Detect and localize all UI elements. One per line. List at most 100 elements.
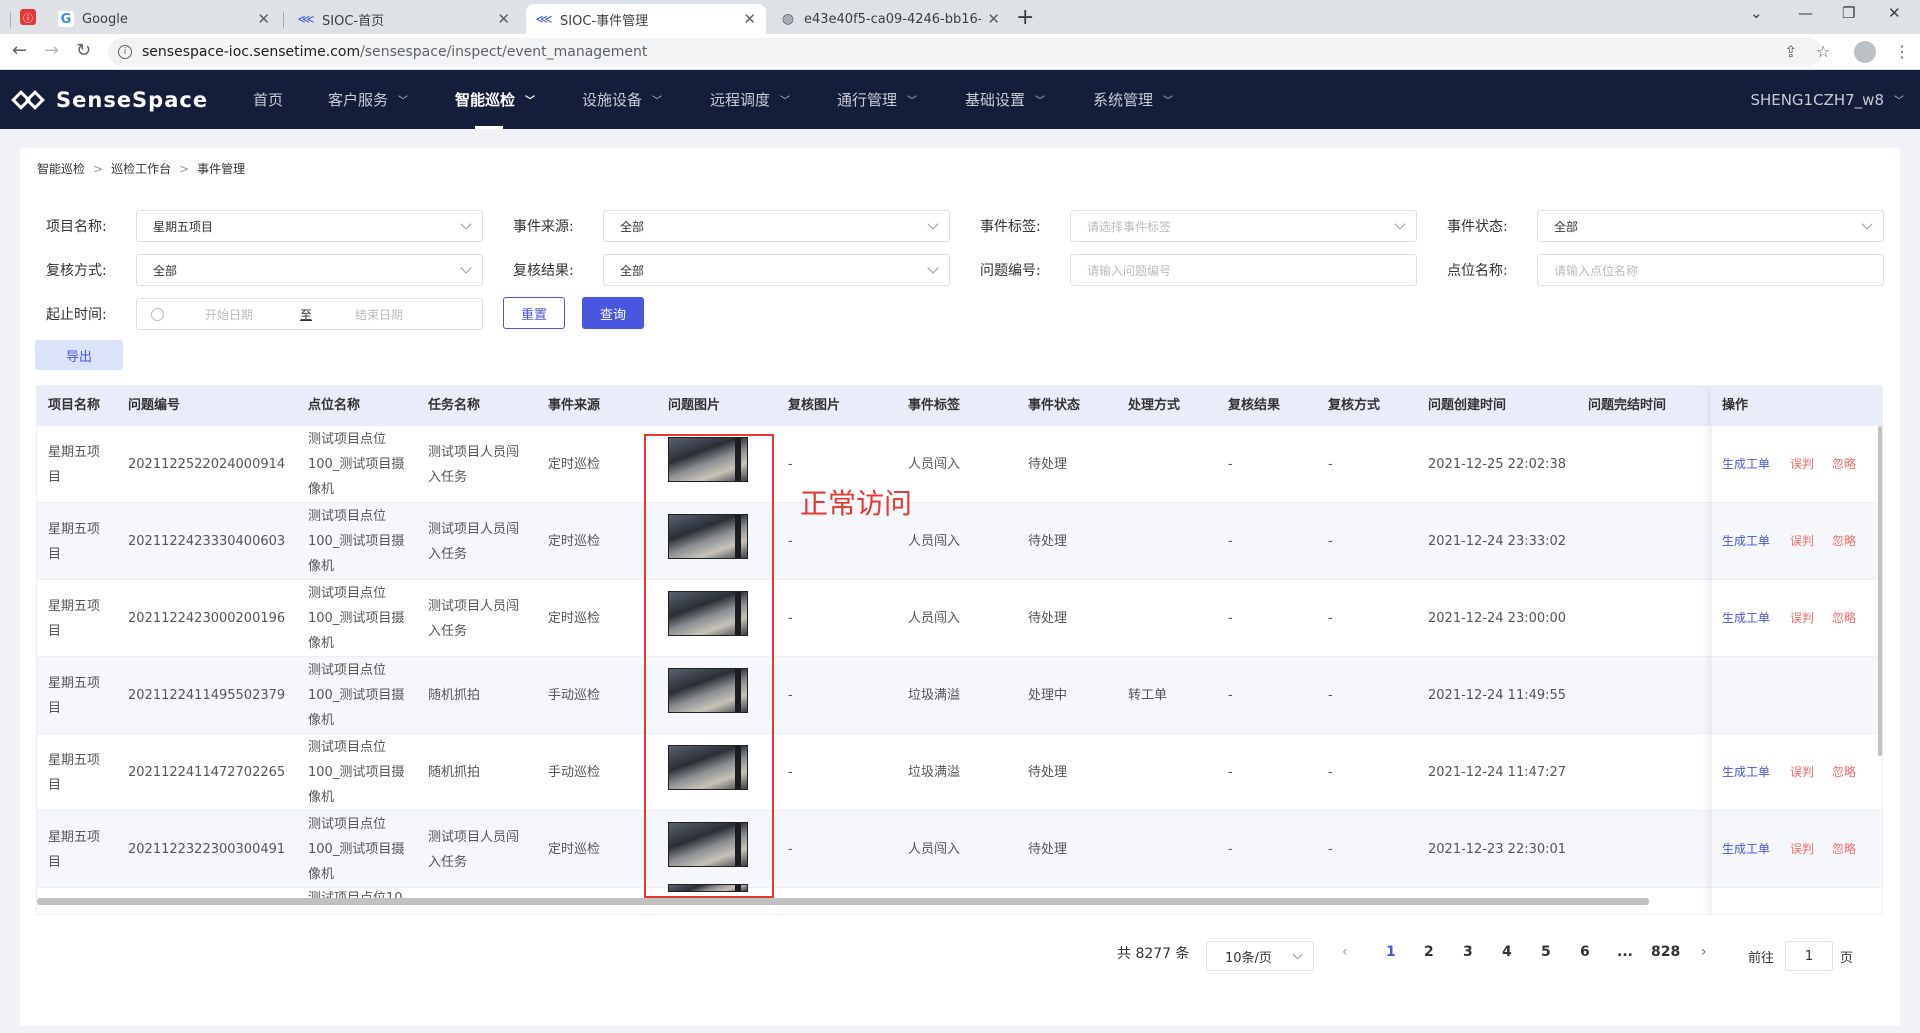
cell-point: 测试项目点位100_测试项目摄像机 — [308, 817, 405, 882]
page-6[interactable]: 6 — [1580, 944, 1590, 960]
review-result-select[interactable]: 全部 — [603, 254, 950, 286]
event-status-select[interactable]: 全部 — [1537, 210, 1884, 242]
column-header: 复核图片 — [788, 398, 841, 413]
close-tab-icon[interactable]: ✕ — [497, 10, 510, 28]
restore-icon[interactable]: ❐ — [1842, 4, 1855, 22]
cell-status: 处理中 — [1028, 688, 1068, 703]
profile-avatar[interactable] — [1854, 41, 1876, 63]
reload-icon[interactable]: ↻ — [76, 40, 91, 61]
minimize-icon[interactable]: — — [1798, 4, 1813, 22]
url-path: /sensespace/inspect/event_management — [360, 44, 648, 60]
table-row[interactable]: 星期五项目 2021122423330400603 测试项目点位100_测试项目… — [37, 503, 1882, 580]
review-method-select[interactable]: 全部 — [136, 254, 483, 286]
tab-sioc-event-management[interactable]: ⋘ SIOC-事件管理 ✕ — [526, 4, 766, 34]
cell-task: 测试项目人员闯入任务 — [428, 599, 520, 639]
table-row[interactable]: 星期五项目 2021122322300300491 测试项目点位100_测试项目… — [37, 811, 1882, 888]
back-icon[interactable]: ← — [12, 40, 27, 61]
cell-status: 待处理 — [1028, 534, 1068, 549]
close-tab-icon[interactable]: ✕ — [987, 10, 1000, 28]
address-bar[interactable]: i sensespace-ioc.sensetime.com/sensespac… — [108, 38, 1823, 66]
end-date-input[interactable]: 结束日期 — [355, 306, 403, 323]
page-4[interactable]: 4 — [1502, 944, 1512, 960]
table-row[interactable]: 星期五项目 2021122423000200196 测试项目点位100_测试项目… — [37, 580, 1882, 657]
new-tab-icon[interactable]: + — [1016, 5, 1034, 30]
table-row[interactable]: 星期五项目 2021122411495502379 测试项目点位100_测试项目… — [37, 657, 1882, 734]
chevron-down-icon: ﹀ — [780, 96, 791, 107]
close-tab-icon[interactable]: ✕ — [743, 10, 756, 28]
menu-base-settings[interactable]: 基础设置 ﹀ — [965, 70, 1045, 129]
cell-review-result: - — [1228, 457, 1233, 472]
tab-search-chevron-icon[interactable]: ⌄ — [1750, 4, 1763, 22]
cell-task: 随机抓拍 — [428, 688, 481, 703]
prev-page-icon[interactable]: ‹ — [1342, 944, 1348, 960]
menu-customer-service[interactable]: 客户服务 ﹀ — [328, 70, 408, 129]
page-last[interactable]: 828 — [1651, 944, 1680, 960]
tab-google[interactable]: G Google ✕ — [48, 4, 280, 34]
menu-smart-inspection[interactable]: 智能巡检 ﹀ — [455, 70, 535, 129]
reset-button[interactable]: 重置 — [503, 297, 565, 329]
date-range-picker[interactable]: 开始日期 至 结束日期 — [136, 298, 483, 330]
cell-issue-id: 2021122322300300491 — [128, 842, 286, 857]
page-suffix: 页 — [1840, 951, 1854, 966]
sensespace-logo[interactable]: SenseSpace — [11, 88, 208, 112]
cell-review-result: - — [1228, 611, 1233, 626]
project-name-select[interactable]: 星期五项目 — [136, 210, 483, 242]
horizontal-scrollbar[interactable] — [37, 898, 1649, 905]
page-ellipsis[interactable]: ... — [1617, 944, 1633, 960]
menu-access-management[interactable]: 通行管理 ﹀ — [837, 70, 917, 129]
column-header: 点位名称 — [308, 398, 361, 413]
chevron-down-icon: ﹀ — [525, 96, 536, 107]
point-name-input[interactable]: 请输入点位名称 — [1537, 254, 1884, 286]
query-button[interactable]: 查询 — [582, 297, 644, 329]
cell-source: 定时巡检 — [548, 842, 601, 857]
cell-point: 测试项目点位100_测试项目摄像机 — [308, 432, 405, 497]
breadcrumb-item: 事件管理 — [197, 162, 246, 176]
close-tab-icon[interactable]: ✕ — [257, 10, 270, 28]
cell-project: 星期五项目 — [48, 676, 101, 716]
cell-review-method: - — [1328, 611, 1333, 626]
sensespace-icon: ⋘ — [297, 12, 315, 26]
menu-remote-dispatch[interactable]: 远程调度 ﹀ — [710, 70, 790, 129]
browser-menu-icon[interactable]: ⋮ — [1894, 42, 1910, 61]
pinned-app-icon[interactable]: ⓘ — [20, 9, 36, 25]
tab-uuid-page[interactable]: ◍ e43e40f5-ca09-4246-bb16-83... ✕ — [770, 4, 1010, 34]
forward-icon[interactable]: → — [44, 40, 59, 61]
breadcrumb-item[interactable]: 智能巡检 — [37, 160, 85, 177]
page-2[interactable]: 2 — [1424, 944, 1434, 960]
share-icon[interactable]: ⇪ — [1784, 42, 1797, 61]
column-header: 问题图片 — [668, 398, 721, 413]
chevron-down-icon: ﹀ — [398, 96, 409, 107]
chevron-down-icon: ﹀ — [907, 96, 918, 107]
user-menu[interactable]: SHENG1CZH7_w8 ﹀ — [1750, 70, 1904, 129]
cell-tag: 垃圾满溢 — [908, 688, 961, 703]
menu-home[interactable]: 首页 — [253, 70, 283, 129]
site-info-icon[interactable]: i — [118, 45, 132, 59]
goto-page-input[interactable]: 1 — [1785, 941, 1833, 971]
page-1[interactable]: 1 — [1386, 944, 1396, 960]
cell-review-method: - — [1328, 688, 1333, 703]
vertical-scrollbar[interactable] — [1878, 426, 1882, 756]
start-date-input[interactable]: 开始日期 — [205, 306, 253, 323]
bookmark-star-icon[interactable]: ☆ — [1816, 42, 1830, 61]
menu-facilities[interactable]: 设施设备 ﹀ — [582, 70, 662, 129]
issue-number-input[interactable]: 请输入问题编号 — [1070, 254, 1417, 286]
page-5[interactable]: 5 — [1541, 944, 1551, 960]
project-name-label: 项目名称: — [46, 219, 107, 235]
event-source-select[interactable]: 全部 — [603, 210, 950, 242]
cell-status: 待处理 — [1028, 765, 1068, 780]
tab-sioc-home[interactable]: ⋘ SIOC-首页 ✕ — [288, 4, 520, 34]
next-page-icon[interactable]: › — [1701, 944, 1707, 960]
content-card: 智能巡检 > 巡检工作台 > 事件管理 项目名称: 星期五项目 事件来源: 全部… — [20, 148, 1900, 1026]
export-button[interactable]: 导出 — [35, 340, 123, 370]
close-window-icon[interactable]: ✕ — [1888, 4, 1901, 22]
chevron-down-icon: ﹀ — [1035, 96, 1046, 107]
date-range-separator: 至 — [300, 307, 313, 322]
page-size-select[interactable]: 10条/页 — [1206, 941, 1314, 971]
breadcrumb-item[interactable]: 巡检工作台 — [111, 160, 171, 177]
table-row[interactable]: 星期五项目 2021122522024000914 测试项目点位100_测试项目… — [37, 426, 1882, 503]
chevron-down-icon — [1394, 218, 1406, 230]
page-3[interactable]: 3 — [1463, 944, 1473, 960]
event-tag-select[interactable]: 请选择事件标签 — [1070, 210, 1417, 242]
table-row[interactable]: 星期五项目 2021122411472702265 测试项目点位100_测试项目… — [37, 734, 1882, 811]
menu-system-management[interactable]: 系统管理 ﹀ — [1093, 70, 1173, 129]
